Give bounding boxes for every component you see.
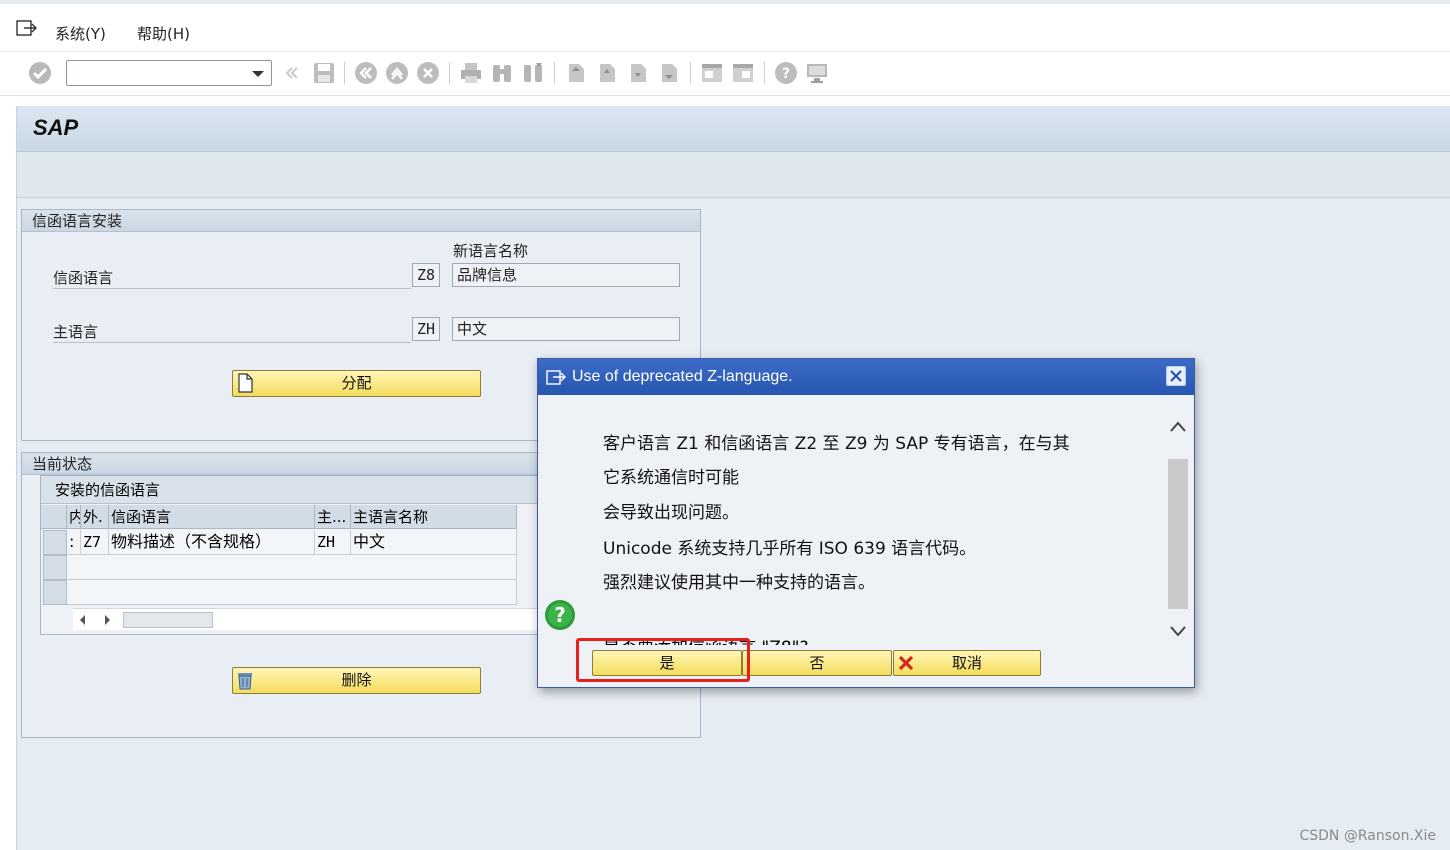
message-line: Unicode 系统支持几乎所有 ISO 639 语言代码。 xyxy=(603,539,977,559)
last-page-icon[interactable] xyxy=(657,61,681,85)
assign-button[interactable]: 分配 xyxy=(232,370,481,397)
title-bar: SAP xyxy=(17,106,1450,152)
svg-text:?: ? xyxy=(782,66,790,82)
new-session-icon[interactable] xyxy=(700,61,724,85)
page-title: SAP xyxy=(33,115,79,140)
chevron-down-icon[interactable] xyxy=(252,71,264,77)
vertical-scrollbar[interactable] xyxy=(1166,415,1190,645)
letter-language-name-field[interactable]: 品牌信息 xyxy=(452,263,680,287)
cancel-icon[interactable] xyxy=(416,61,440,85)
delete-button[interactable]: 删除 xyxy=(232,667,481,694)
toolbar-separator xyxy=(764,62,765,84)
shortcut-icon[interactable] xyxy=(731,61,755,85)
next-page-icon[interactable] xyxy=(626,61,650,85)
table-title: 安装的信函语言 xyxy=(41,476,559,504)
scroll-up-icon[interactable] xyxy=(1168,417,1188,437)
find-next-icon[interactable] xyxy=(521,61,545,85)
table-cell: : xyxy=(67,530,81,555)
close-button[interactable] xyxy=(1166,366,1186,386)
letter-language-label: 信函语言 xyxy=(53,267,411,289)
no-button[interactable]: 否 xyxy=(742,650,892,676)
column-header[interactable]: 信函语言 xyxy=(109,505,315,529)
table-cell: Z7 xyxy=(81,530,109,555)
menu-bar: 系统(Y) 帮助(H) xyxy=(0,0,1450,52)
cancel-button[interactable]: 取消 xyxy=(893,650,1041,676)
new-document-icon xyxy=(238,373,253,393)
scroll-left-icon[interactable] xyxy=(76,613,90,627)
message-line: 强烈建议使用其中一种支持的语言。 xyxy=(603,573,875,593)
row-selector[interactable] xyxy=(43,580,67,605)
delete-button-label: 删除 xyxy=(341,671,372,689)
new-language-name-header: 新语言名称 xyxy=(453,242,529,260)
save-icon[interactable] xyxy=(312,61,336,85)
first-page-icon[interactable] xyxy=(564,61,588,85)
find-icon[interactable] xyxy=(490,61,514,85)
menu-help[interactable]: 帮助(H) xyxy=(137,23,190,44)
enter-check-icon[interactable] xyxy=(28,61,52,85)
column-header[interactable]: 主... xyxy=(315,505,351,529)
column-header[interactable]: 内 xyxy=(67,505,81,529)
customize-layout-icon[interactable] xyxy=(805,61,829,85)
main-language-code-field[interactable]: ZH xyxy=(412,317,440,341)
letter-language-code-field[interactable]: Z8 xyxy=(412,263,440,287)
table-cell: 中文 xyxy=(351,530,517,555)
row-selector[interactable] xyxy=(43,530,67,555)
table-row xyxy=(67,555,517,580)
command-field[interactable] xyxy=(66,60,272,86)
scroll-right-icon[interactable] xyxy=(100,613,114,627)
double-chevron-left-icon[interactable] xyxy=(283,61,299,85)
horizontal-scrollbar[interactable] xyxy=(73,608,559,630)
scroll-down-icon[interactable] xyxy=(1168,621,1188,641)
installed-languages-table: 安装的信函语言 内 外. 信函语言 主... 主语言名称 : Z7 物料描述（不… xyxy=(40,475,560,635)
toolbar-separator xyxy=(690,62,691,84)
scroll-thumb[interactable] xyxy=(1168,459,1188,609)
application-toolbar xyxy=(17,152,1450,198)
main-language-label: 主语言 xyxy=(53,321,411,343)
message-line: 客户语言 Z1 和信函语言 Z2 至 Z9 为 SAP 专有语言，在与其 xyxy=(603,434,1070,454)
toolbar-separator xyxy=(449,62,450,84)
table-row xyxy=(67,580,517,605)
trash-icon xyxy=(238,673,252,690)
column-header[interactable]: 主语言名称 xyxy=(351,505,517,529)
table-cell: 物料描述（不含规格） xyxy=(109,530,315,555)
message-line: 会导致出现问题。 xyxy=(603,503,739,523)
dialog-title: Use of deprecated Z-language. xyxy=(572,368,793,385)
system-menu-icon[interactable] xyxy=(16,18,38,38)
dialog-window-icon xyxy=(546,370,566,385)
previous-page-icon[interactable] xyxy=(595,61,619,85)
scroll-thumb[interactable] xyxy=(123,612,213,628)
svg-text:?: ? xyxy=(554,603,566,627)
column-header[interactable]: 外. xyxy=(81,505,109,529)
toolbar-separator xyxy=(344,62,345,84)
menu-system[interactable]: 系统(Y) xyxy=(55,23,106,44)
question-icon: ? xyxy=(545,600,575,630)
watermark: CSDN @Ranson.Xie xyxy=(1299,828,1436,844)
back-icon[interactable] xyxy=(354,61,378,85)
cancel-x-icon xyxy=(898,655,914,671)
cancel-button-label: 取消 xyxy=(951,654,982,672)
dialog-title-bar: Use of deprecated Z-language. xyxy=(538,359,1194,395)
no-button-label: 否 xyxy=(809,654,825,672)
row-selector[interactable] xyxy=(43,555,67,580)
group-title: 信函语言安装 xyxy=(22,210,700,232)
print-icon[interactable] xyxy=(459,61,483,85)
table-cell: ZH xyxy=(315,530,351,555)
highlight-box xyxy=(576,638,750,682)
toolbar-separator xyxy=(554,62,555,84)
message-line: 它系统通信时可能 xyxy=(603,468,739,488)
assign-button-label: 分配 xyxy=(341,374,372,392)
main-language-name-field[interactable]: 中文 xyxy=(452,317,680,341)
select-all-cell[interactable] xyxy=(41,505,67,529)
standard-toolbar: ? xyxy=(0,52,1450,96)
help-icon[interactable]: ? xyxy=(774,61,798,85)
exit-icon[interactable] xyxy=(385,61,409,85)
close-icon xyxy=(1170,370,1182,382)
